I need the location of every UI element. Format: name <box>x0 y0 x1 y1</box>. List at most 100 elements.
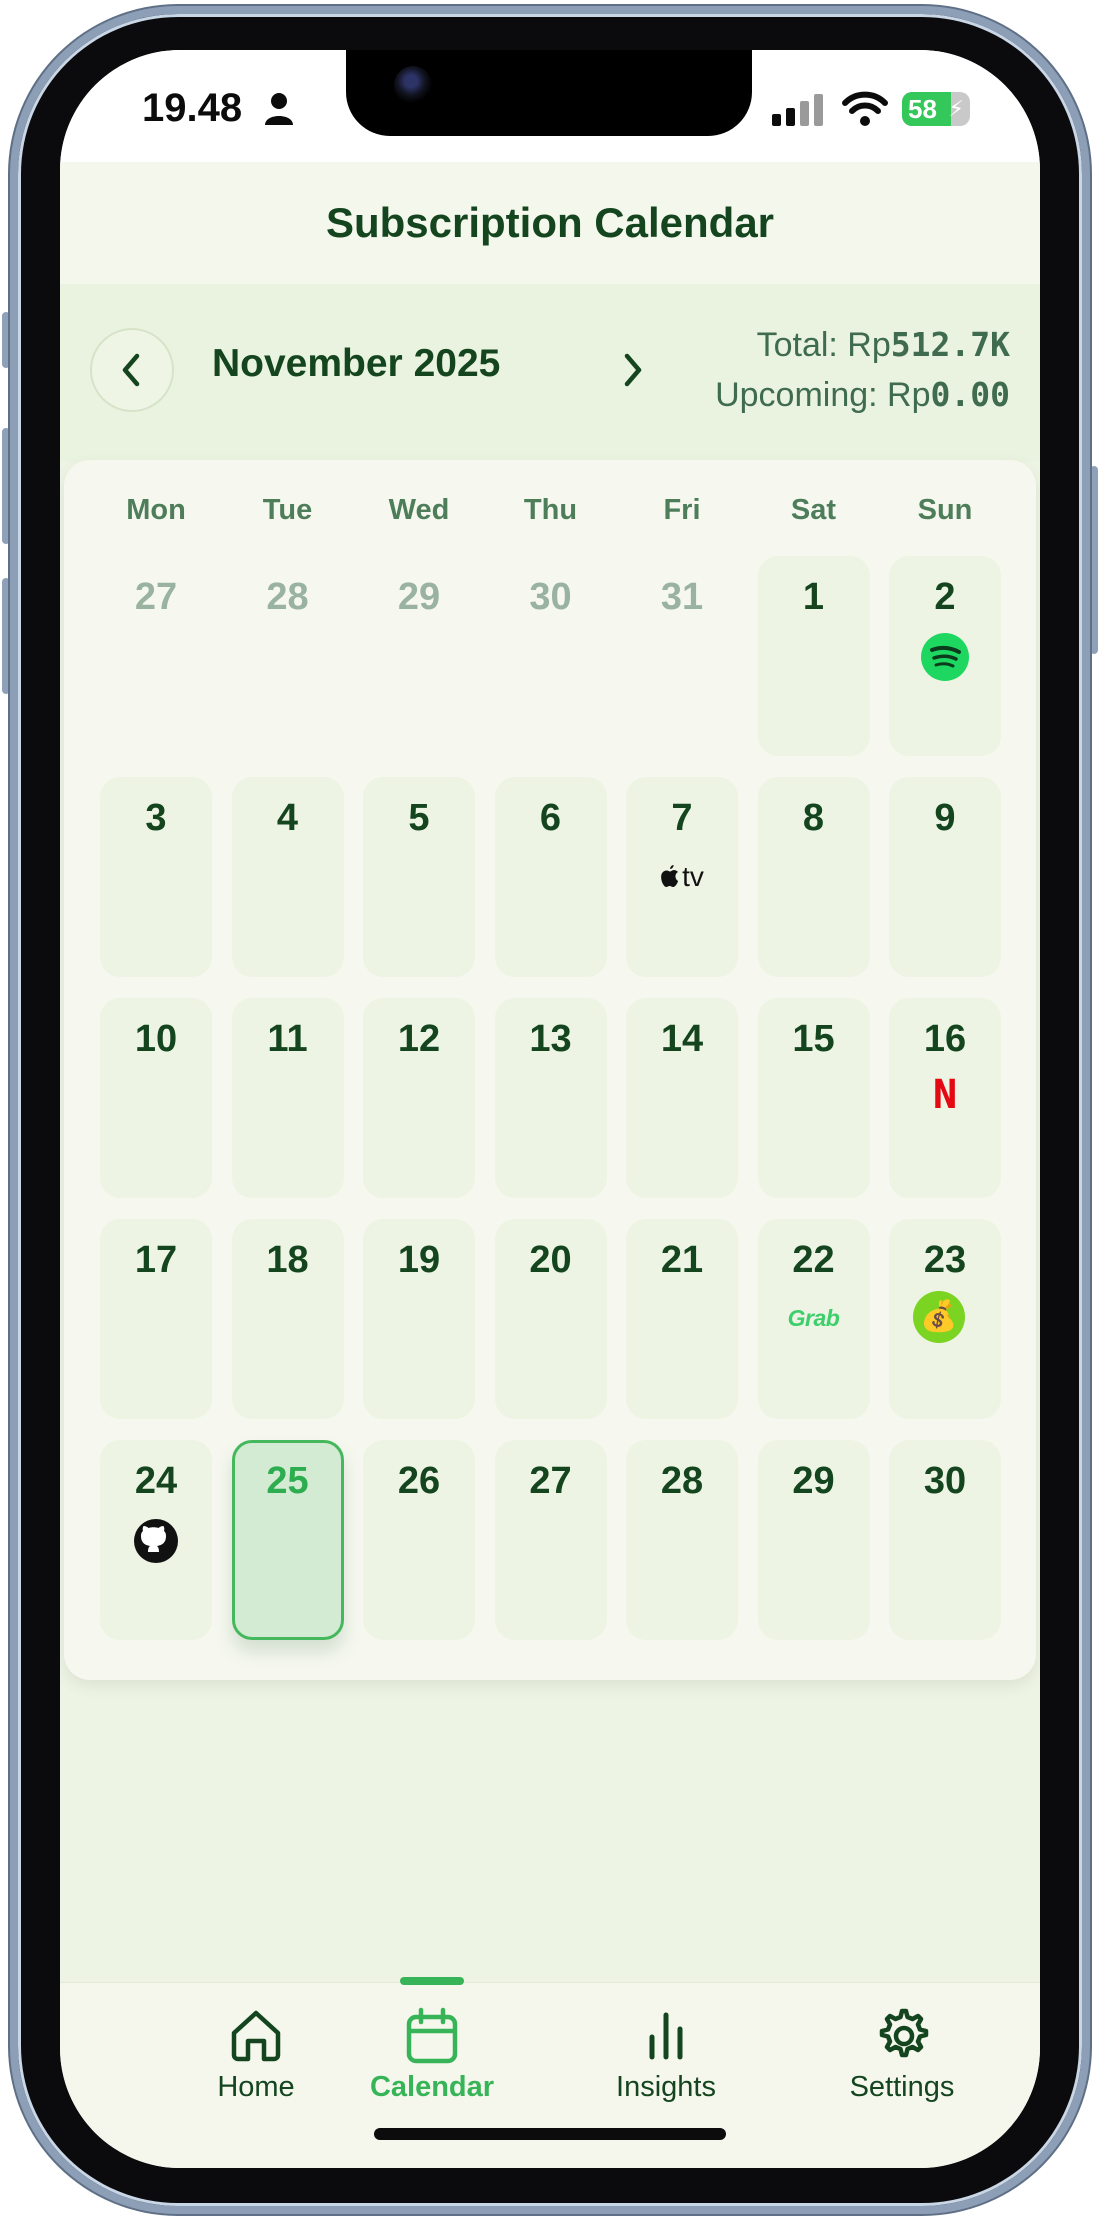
calendar-day[interactable]: 29 <box>757 1440 870 1640</box>
calendar-day[interactable]: 8 <box>757 777 870 977</box>
bottom-navigation-bar: Home Calendar Insights Settings <box>60 1977 1040 2168</box>
day-number: 4 <box>276 797 299 839</box>
apple-tv-icon[interactable]: tv <box>660 861 704 893</box>
day-number: 17 <box>134 1239 178 1281</box>
calendar-day[interactable]: 6 <box>494 777 607 977</box>
calendar-day[interactable]: 19 <box>363 1219 475 1419</box>
front-camera <box>394 66 432 104</box>
calendar-day[interactable]: 11 <box>231 998 344 1198</box>
grab-logo-text: Grab <box>787 1305 840 1331</box>
netflix-logo-text: N <box>932 1072 958 1118</box>
calendar-day-today[interactable]: 25 <box>231 1440 344 1640</box>
day-number: 27 <box>134 576 178 618</box>
day-number: 10 <box>134 1018 178 1060</box>
day-number: 9 <box>934 797 956 839</box>
wifi-icon <box>842 91 888 126</box>
calendar-day[interactable]: 17 <box>100 1219 212 1419</box>
total-label: Total: Rp <box>756 326 891 364</box>
calendar-day[interactable]: 20 <box>494 1219 607 1419</box>
day-number: 1 <box>802 576 825 618</box>
day-number: 18 <box>266 1239 309 1281</box>
calendar-day[interactable]: 3 <box>100 777 212 977</box>
cellular-signal-icon <box>772 94 823 126</box>
day-number: 6 <box>539 797 562 839</box>
calendar-day-outside[interactable]: 28 <box>232 556 344 756</box>
day-number: 24 <box>134 1460 178 1502</box>
page-title: Subscription Calendar <box>325 199 775 246</box>
calendar-day[interactable]: 15 <box>757 998 870 1198</box>
calendar-day-grid: 27 28 29 30 31 1 2 3 4 5 6 7 tv 8 9 10 11 12 13 14 15 16 N 17 18… <box>100 556 1001 1640</box>
day-number: 29 <box>792 1460 835 1502</box>
day-number: 23 <box>923 1239 967 1281</box>
calendar-day-outside[interactable]: 31 <box>626 556 738 756</box>
money-bag-icon[interactable]: 💰 <box>913 1291 965 1343</box>
month-bar: November 2025 Total: Rp512.7K Upcoming: … <box>60 284 1040 462</box>
day-number: 28 <box>266 576 309 618</box>
calendar-day[interactable]: 13 <box>494 998 607 1198</box>
day-number: 30 <box>529 576 572 618</box>
calendar-day-outside[interactable]: 29 <box>363 556 475 756</box>
tab-home[interactable]: Home <box>156 1983 356 2133</box>
calendar-day[interactable]: 5 <box>363 777 475 977</box>
grab-icon[interactable]: Grab <box>788 1305 840 1332</box>
device-volume-up <box>2 428 10 544</box>
day-number: 29 <box>397 576 441 618</box>
weekday-label: Mon <box>126 494 186 526</box>
tab-calendar-label: Calendar <box>369 2071 495 2103</box>
calendar-day[interactable]: 30 <box>889 1440 1001 1640</box>
calendar-icon <box>406 2007 458 2064</box>
calendar-day[interactable]: 4 <box>231 777 344 977</box>
netflix-icon[interactable]: N <box>928 1072 961 1118</box>
person-icon <box>265 93 293 125</box>
weekday-label: Fri <box>663 494 701 526</box>
weekday-label: Tue <box>262 494 313 526</box>
chevron-right-icon <box>624 353 642 387</box>
charging-bolt-icon: ⚡ <box>948 96 964 121</box>
day-number: 16 <box>923 1018 967 1060</box>
calendar-day[interactable]: 21 <box>626 1219 738 1419</box>
tab-home-label: Home <box>217 2071 295 2103</box>
weekday-label: Sun <box>917 494 973 526</box>
apple-logo-icon <box>661 865 679 887</box>
spotify-icon[interactable] <box>920 632 970 687</box>
calendar-day[interactable]: 27 <box>494 1440 607 1640</box>
tab-insights[interactable]: Insights <box>566 1983 766 2133</box>
day-number: 20 <box>529 1239 572 1281</box>
bar-chart-icon <box>649 2012 683 2060</box>
calendar-day[interactable]: 9 <box>889 777 1001 977</box>
chevron-left-icon <box>122 353 140 387</box>
day-number: 21 <box>660 1239 704 1281</box>
calendar-day-outside[interactable]: 27 <box>100 556 212 756</box>
current-month-label: November 2025 <box>212 342 501 385</box>
apple-tv-text: tv <box>682 861 704 892</box>
tab-calendar[interactable]: Calendar <box>332 1983 532 2133</box>
calendar-day[interactable]: 2 <box>889 556 1001 756</box>
calendar-day[interactable]: 26 <box>363 1440 475 1640</box>
calendar-day[interactable]: 22 Grab <box>757 1219 870 1419</box>
day-number: 19 <box>397 1239 441 1281</box>
calendar-day[interactable]: 24 <box>100 1440 212 1640</box>
gear-icon <box>879 2008 929 2058</box>
battery-icon: 58 ⚡ <box>902 92 970 126</box>
day-number: 5 <box>408 797 430 839</box>
calendar-day[interactable]: 1 <box>757 556 870 756</box>
previous-month-button[interactable] <box>90 328 174 412</box>
calendar-day[interactable]: 23 💰 <box>889 1219 1001 1419</box>
calendar-day[interactable]: 7 tv <box>626 777 738 977</box>
next-month-button[interactable] <box>590 328 674 412</box>
calendar-day[interactable]: 10 <box>100 998 212 1198</box>
calendar-day[interactable]: 14 <box>626 998 738 1198</box>
calendar-day[interactable]: 18 <box>231 1219 344 1419</box>
status-time: 19.48 <box>142 86 243 130</box>
calendar-day[interactable]: 12 <box>363 998 475 1198</box>
github-icon[interactable] <box>131 1516 181 1571</box>
home-indicator <box>374 2128 726 2140</box>
calendar-day[interactable]: 28 <box>626 1440 738 1640</box>
device-volume-down <box>2 578 10 694</box>
calendar-day[interactable]: 16 N <box>889 998 1001 1198</box>
app-header: Subscription Calendar <box>60 162 1040 284</box>
device-power-button <box>1090 466 1098 654</box>
calendar-day-outside[interactable]: 30 <box>495 556 607 756</box>
upcoming-value: 0.00 <box>930 375 1010 414</box>
tab-settings[interactable]: Settings <box>802 1983 1002 2133</box>
